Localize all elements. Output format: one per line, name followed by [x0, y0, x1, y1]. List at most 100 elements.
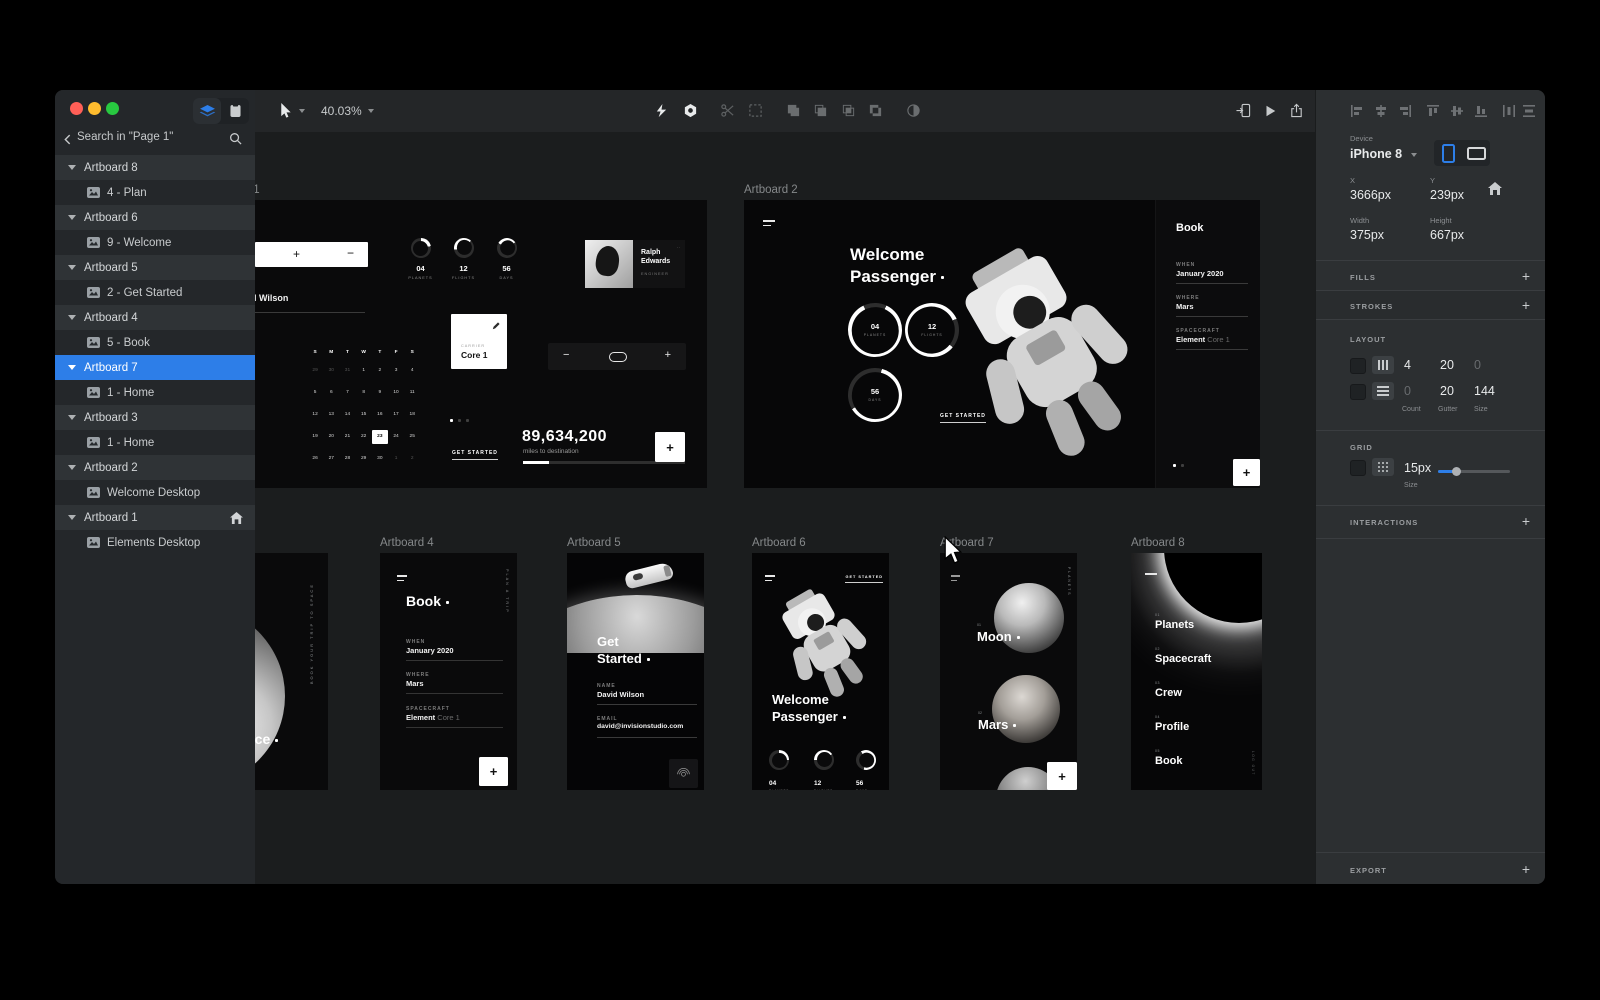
boolean-intersect-icon[interactable] — [840, 102, 857, 119]
artboard-1-frame[interactable]: + − 04PLANETS12FLIGHTS56DAYS Ralph Edwar… — [255, 200, 707, 488]
boolean-exclude-icon[interactable] — [867, 102, 884, 119]
columns-gutter[interactable]: 20 — [1440, 358, 1454, 372]
artboard-2-frame[interactable]: Welcome Passenger 04PLANETS12FLIGHTS56DA… — [744, 200, 1260, 488]
calendar-day[interactable]: 22 — [356, 426, 372, 448]
add-stroke-button[interactable]: + — [1522, 300, 1530, 310]
landscape-button[interactable] — [1462, 140, 1490, 166]
calendar-day[interactable]: 7 — [339, 382, 355, 404]
device-select[interactable]: iPhone 8 — [1350, 147, 1402, 161]
calendar-day[interactable]: 31 — [339, 360, 355, 382]
preview-device-icon[interactable] — [1235, 102, 1252, 119]
get-started-link[interactable]: GET STARTED — [452, 450, 498, 460]
add-interaction-button[interactable]: + — [1522, 516, 1530, 526]
moon-label[interactable]: Moon — [977, 629, 1020, 644]
calendar-day[interactable]: 3 — [388, 360, 404, 382]
add-button[interactable]: + — [655, 432, 685, 462]
disclosure-triangle-icon[interactable] — [68, 265, 76, 270]
y-value[interactable]: 239px — [1430, 188, 1464, 202]
align-top-icon[interactable] — [1426, 104, 1440, 123]
menu-item-book[interactable]: 05Book — [1155, 749, 1183, 767]
fills-section-header[interactable]: FILLS — [1350, 273, 1376, 282]
marquee-icon[interactable] — [747, 102, 764, 119]
artboard-8-label[interactable]: Artboard 8 — [1131, 537, 1185, 549]
stepper-plus[interactable]: + — [665, 349, 671, 361]
calendar-day[interactable]: 23 — [372, 430, 388, 444]
menu-item-crew[interactable]: 03Crew — [1155, 681, 1182, 699]
stepper-toggle-icon[interactable] — [609, 352, 627, 362]
calendar-day[interactable]: 6 — [323, 382, 339, 404]
calendar-day[interactable]: 11 — [404, 382, 420, 404]
search-input[interactable]: Search in "Page 1" — [77, 131, 173, 143]
calendar-day[interactable]: 27 — [323, 448, 339, 470]
calendar-day[interactable]: 20 — [323, 426, 339, 448]
sidebar-layer-9-welcome[interactable]: 9 - Welcome — [55, 230, 255, 255]
artboard-5-frame[interactable]: Get Started NAME David Wilson EMAIL davi… — [567, 553, 704, 790]
align-middle-v-icon[interactable] — [1450, 104, 1464, 123]
minus-button[interactable]: − — [347, 246, 354, 260]
artboard-5-label[interactable]: Artboard 5 — [567, 537, 621, 549]
align-bottom-icon[interactable] — [1474, 104, 1488, 123]
slider-thumb[interactable] — [1452, 467, 1461, 476]
calendar-day[interactable]: 26 — [307, 448, 323, 470]
sidebar-item-artboard-2[interactable]: Artboard 2 — [55, 455, 255, 480]
strokes-section-header[interactable]: STROKES — [1350, 302, 1393, 311]
logout-link[interactable]: LOG OUT — [1251, 751, 1255, 776]
align-right-icon[interactable] — [1398, 104, 1412, 123]
calendar-day[interactable]: 1 — [388, 448, 404, 470]
plus-button[interactable]: + — [293, 247, 300, 261]
sidebar-layer-1-home[interactable]: 1 - Home — [55, 430, 255, 455]
calendar-day[interactable]: 18 — [404, 404, 420, 426]
search-icon[interactable] — [229, 132, 242, 145]
play-preview-button[interactable] — [1261, 102, 1278, 119]
x-value[interactable]: 3666px — [1350, 188, 1391, 202]
menu-item-planets[interactable]: 01Planets — [1155, 613, 1194, 631]
grid-checkbox[interactable] — [1350, 460, 1366, 476]
add-fill-button[interactable]: + — [1522, 271, 1530, 281]
calendar-day[interactable]: 4 — [404, 360, 420, 382]
disclosure-triangle-icon[interactable] — [68, 515, 76, 520]
back-chevron-icon[interactable] — [64, 134, 71, 145]
get-started-link[interactable]: GET STARTED — [845, 575, 883, 583]
calendar-day[interactable]: 1 — [356, 360, 372, 382]
calendar-day[interactable]: 30 — [372, 448, 388, 470]
grid-size-value[interactable]: 15px — [1404, 461, 1431, 475]
calendar-day[interactable]: 13 — [323, 404, 339, 426]
tool-dropdown-caret[interactable] — [299, 109, 305, 113]
distribute-v-icon[interactable] — [1522, 104, 1536, 123]
disclosure-triangle-icon[interactable] — [68, 415, 76, 420]
home-screen-icon[interactable] — [1488, 182, 1502, 195]
sidebar-layer-welcome-desktop[interactable]: Welcome Desktop — [55, 480, 255, 505]
calendar-day[interactable]: 12 — [307, 404, 323, 426]
columns-layout-icon[interactable] — [1372, 356, 1394, 374]
mask-icon[interactable] — [905, 102, 922, 119]
window-minimize-button[interactable] — [88, 102, 101, 115]
rows-layout-icon[interactable] — [1372, 382, 1394, 400]
device-dropdown-caret[interactable] — [1411, 153, 1417, 157]
artboard-2-label[interactable]: Artboard 2 — [744, 184, 798, 196]
sidebar-item-artboard-8[interactable]: Artboard 8 — [55, 155, 255, 180]
calendar-day[interactable]: 17 — [388, 404, 404, 426]
boolean-union-icon[interactable] — [785, 102, 802, 119]
layout-section-header[interactable]: LAYOUT — [1350, 335, 1386, 344]
add-button[interactable]: + — [479, 757, 508, 786]
export-section-header[interactable]: EXPORT — [1350, 866, 1387, 875]
zoom-dropdown-caret[interactable] — [368, 109, 374, 113]
artboard-6-label[interactable]: Artboard 6 — [752, 537, 806, 549]
add-button[interactable]: + — [1233, 459, 1260, 486]
email-input[interactable]: david@invisionstudio.com — [597, 723, 683, 730]
lightning-icon[interactable] — [653, 102, 670, 119]
calendar-day[interactable]: 25 — [404, 426, 420, 448]
where-value[interactable]: Mars — [1176, 302, 1194, 311]
component-hexagon-icon[interactable] — [682, 102, 699, 119]
portrait-button[interactable] — [1434, 140, 1462, 166]
calendar-day[interactable]: 28 — [339, 448, 355, 470]
rows-checkbox[interactable] — [1350, 384, 1366, 400]
menu-item-spacecraft[interactable]: 02Spacecraft — [1155, 647, 1211, 665]
cursor-tool-button[interactable] — [277, 102, 294, 119]
calendar-day[interactable]: 29 — [356, 448, 372, 470]
disclosure-triangle-icon[interactable] — [68, 315, 76, 320]
window-close-button[interactable] — [70, 102, 83, 115]
columns-checkbox[interactable] — [1350, 358, 1366, 374]
when-value[interactable]: January 2020 — [1176, 269, 1224, 278]
calendar-day[interactable]: 14 — [339, 404, 355, 426]
